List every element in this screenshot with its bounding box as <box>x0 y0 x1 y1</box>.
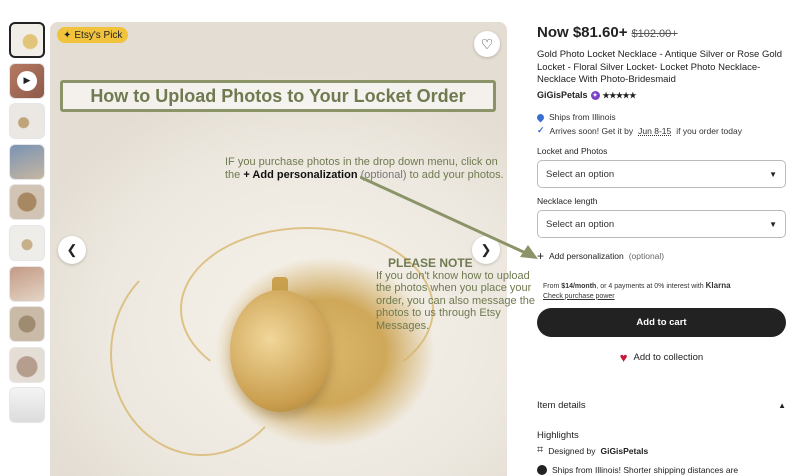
item-details-label: Item details <box>537 400 586 411</box>
item-details-toggle[interactable]: Item details ▲ <box>537 400 786 411</box>
locket-graphic <box>230 290 330 412</box>
chevron-left-icon: ❮ <box>66 242 78 257</box>
ships-from-text: Ships from Illinois <box>549 112 616 122</box>
thumbnail-1[interactable] <box>9 22 45 58</box>
thumbnail-video[interactable]: ▶ <box>9 62 45 99</box>
design-tool-icon: ⌗ <box>537 444 544 456</box>
shop-row: GiGisPetals ✦ ★★★★★ <box>537 90 636 100</box>
location-pin-icon <box>535 112 546 122</box>
ships-from-row: Ships from Illinois <box>535 112 616 122</box>
thumbnail-6[interactable] <box>9 224 45 261</box>
add-personalization-button[interactable]: + Add personalization (optional) <box>537 249 665 263</box>
klarna-amount: $14/month <box>561 283 597 290</box>
etsys-pick-badge: ✦ Etsy's Pick <box>57 27 129 43</box>
caret-down-icon: ▼ <box>769 219 777 229</box>
plus-icon: + <box>537 249 545 263</box>
thumbnail-list: ▶ <box>9 22 47 428</box>
designed-by-row: ⌗ Designed by GiGisPetals <box>537 444 648 457</box>
upload-instructions-banner: How to Upload Photos to Your Locket Orde… <box>60 80 496 112</box>
rating-stars[interactable]: ★★★★★ <box>603 91 637 100</box>
locket-photos-label: Locket and Photos <box>537 146 608 156</box>
ships-highlight-text: Ships from Illinois! Shorter shipping di… <box>552 465 739 475</box>
add-personalization-optional: (optional) <box>628 251 665 261</box>
necklace-length-label: Necklace length <box>537 196 598 206</box>
heart-outline-icon: ♡ <box>480 35 494 52</box>
favorite-button[interactable]: ♡ <box>474 31 500 57</box>
add-to-collection-button[interactable]: ♥ Add to collection <box>537 350 786 365</box>
heart-icon: ♥ <box>619 350 628 365</box>
designed-by-shop-link[interactable]: GiGisPetals <box>600 446 648 456</box>
play-icon: ▶ <box>17 70 37 91</box>
star-seller-icon: ✦ <box>590 90 600 100</box>
badge-label: Etsy's Pick <box>74 29 123 41</box>
arrival-prefix: Arrives soon! Get it by <box>549 125 634 136</box>
thumbnail-8[interactable] <box>9 306 45 343</box>
highlights-heading: Highlights <box>537 430 579 441</box>
instructions-prefix: the <box>225 169 241 181</box>
thumbnail-4[interactable] <box>9 143 45 180</box>
shop-name-link[interactable]: GiGisPetals <box>537 90 588 100</box>
instructions-optional: (optional) <box>360 169 407 181</box>
length-select-value: Select an option <box>546 218 615 230</box>
thumbnail-9[interactable] <box>9 346 45 383</box>
arrival-dates[interactable]: Jun 8-15 <box>638 126 671 136</box>
add-personalization-label: Add personalization <box>549 251 624 261</box>
thumbnail-5[interactable] <box>9 184 45 221</box>
arrival-row: ✓ Arrives soon! Get it by Jun 8-15 if yo… <box>537 125 742 136</box>
globe-icon <box>537 465 547 475</box>
klarna-logo: Klarna <box>705 281 731 290</box>
necklace-length-select[interactable]: Select an option ▼ <box>537 210 786 238</box>
price-original: $102.00+ <box>631 28 678 40</box>
upload-instructions-text: IF you purchase photos in the drop down … <box>225 156 525 182</box>
locket-photos-select[interactable]: Select an option ▼ <box>537 160 786 188</box>
price-now: Now $81.60+ <box>537 24 628 41</box>
chevron-up-icon: ▲ <box>778 401 786 410</box>
klarna-prefix: From <box>543 283 560 290</box>
previous-image-button[interactable]: ❮ <box>58 236 86 264</box>
ships-highlight-row: Ships from Illinois! Shorter shipping di… <box>537 465 738 475</box>
chevron-right-icon: ❯ <box>480 242 492 257</box>
note-body: If you don't know how to upload the phot… <box>376 270 535 332</box>
product-title: Gold Photo Locket Necklace - Antique Sil… <box>537 49 783 85</box>
klarna-info: From $14/month, or 4 payments at 0% inte… <box>543 281 787 301</box>
check-purchase-power-link[interactable]: Check purchase power <box>543 293 615 300</box>
note-title: PLEASE NOTE <box>388 256 473 270</box>
next-image-button[interactable]: ❯ <box>472 236 500 264</box>
instructions-line1: IF you purchase photos in the drop down … <box>225 156 498 168</box>
thumbnail-10[interactable] <box>9 387 45 424</box>
add-to-cart-button[interactable]: Add to cart <box>537 308 786 337</box>
thumbnail-3[interactable] <box>9 103 45 140</box>
instructions-action: + Add personalization <box>243 169 358 181</box>
arrival-suffix: if you order today <box>676 125 742 136</box>
add-to-collection-label: Add to collection <box>633 352 704 363</box>
sparkle-icon: ✦ <box>63 29 72 41</box>
checkmark-icon: ✓ <box>537 125 545 135</box>
klarna-middle: , or 4 payments at 0% interest with <box>596 283 704 290</box>
caret-down-icon: ▼ <box>769 169 777 179</box>
price-row: Now $81.60+ $102.00+ <box>537 24 678 41</box>
designed-by-prefix: Designed by <box>548 445 596 456</box>
instructions-suffix: to add your photos. <box>409 169 504 181</box>
thumbnail-7[interactable] <box>9 265 45 302</box>
locket-select-value: Select an option <box>546 168 615 180</box>
